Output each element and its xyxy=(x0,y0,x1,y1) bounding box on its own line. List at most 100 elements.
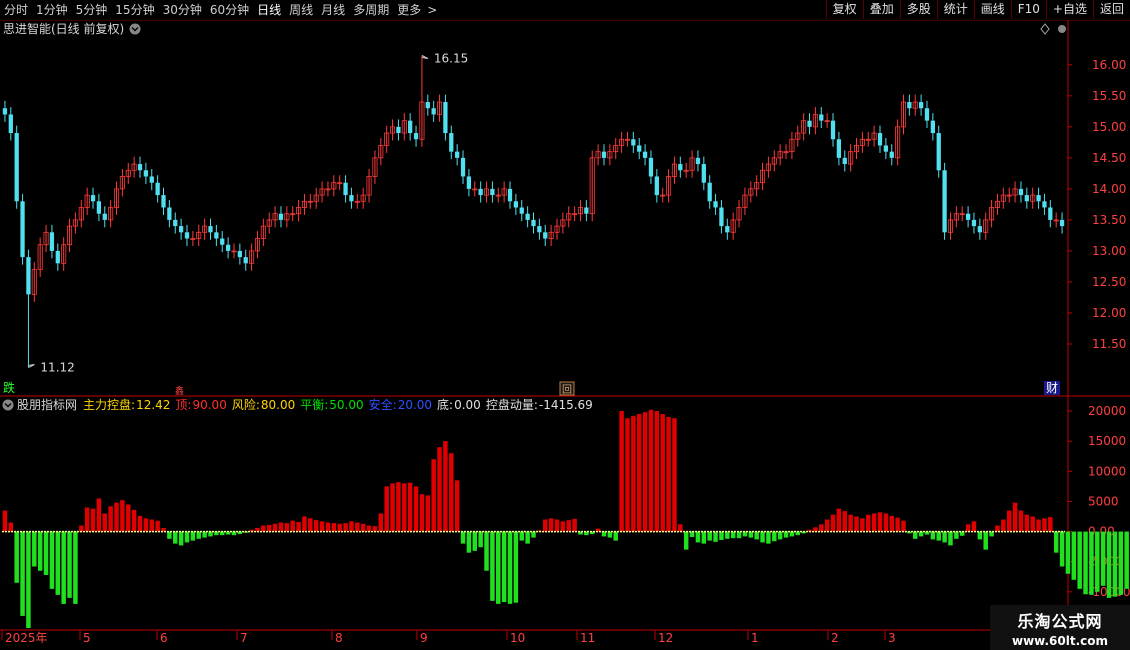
stock-title: 思进智能(日线 前复权) xyxy=(3,21,124,36)
momentum-bar-negative xyxy=(37,531,43,571)
momentum-bar-negative xyxy=(936,531,941,541)
candle-body-down xyxy=(455,151,460,158)
momentum-bar-positive xyxy=(90,508,96,532)
momentum-bar-negative xyxy=(736,531,742,539)
candle-body-down xyxy=(137,164,143,171)
candle-body-down xyxy=(220,238,225,245)
candle-body-down xyxy=(965,213,971,220)
momentum-bar-positive xyxy=(860,518,865,532)
indicator-tick-label: 10000 xyxy=(1088,464,1126,478)
momentum-bar-negative xyxy=(26,531,31,628)
momentum-bar-positive xyxy=(819,524,824,532)
momentum-bar-positive xyxy=(372,526,378,532)
momentum-bar-negative xyxy=(683,531,689,550)
momentum-bar-positive xyxy=(560,521,566,532)
momentum-bar-negative xyxy=(43,531,49,575)
momentum-bar-positive xyxy=(871,513,877,532)
momentum-bar-negative xyxy=(942,531,947,543)
candle-body-down xyxy=(513,201,519,208)
momentum-bar-positive xyxy=(672,418,677,532)
momentum-bar-negative xyxy=(613,531,618,541)
momentum-bar-positive xyxy=(290,520,295,532)
momentum-bar-positive xyxy=(84,507,90,532)
momentum-bar-negative xyxy=(695,531,701,543)
candle-body-down xyxy=(413,133,419,140)
momentum-bar-positive xyxy=(155,520,160,532)
momentum-bar-positive xyxy=(114,502,119,532)
price-tick-label: 13.50 xyxy=(1092,213,1126,227)
momentum-bar-positive xyxy=(548,518,554,532)
momentum-bar-negative xyxy=(184,531,190,543)
momentum-bar-negative xyxy=(67,531,72,598)
candle-body-down xyxy=(725,226,730,233)
candle-body-down xyxy=(719,207,724,227)
candle-body-down xyxy=(1059,219,1065,227)
momentum-bar-negative xyxy=(1053,531,1059,553)
momentum-bar-negative xyxy=(513,531,519,603)
momentum-bar-positive xyxy=(337,523,342,532)
candle-body-down xyxy=(889,151,894,158)
momentum-bar-negative xyxy=(466,531,472,553)
candle-body-down xyxy=(490,188,495,196)
candle-body-down xyxy=(225,244,231,251)
momentum-bar-positive xyxy=(296,521,301,532)
candle-body-down xyxy=(1048,207,1053,220)
momentum-bar-negative xyxy=(196,531,201,539)
momentum-bar-positive xyxy=(261,525,266,532)
candle-body-down xyxy=(924,108,930,121)
indicator-value: 0.00 xyxy=(454,398,481,412)
momentum-bar-positive xyxy=(1024,514,1030,532)
candle-body-down xyxy=(877,133,883,146)
indicator-value: 80.00 xyxy=(261,398,295,412)
time-tick-label: 9 xyxy=(420,631,428,645)
candle-body-down xyxy=(349,195,354,202)
momentum-bar-negative xyxy=(1059,531,1065,567)
momentum-bar-negative xyxy=(977,531,983,540)
candle-body-down xyxy=(90,195,96,202)
momentum-bar-positive xyxy=(402,483,407,532)
marker-small: 鑫 xyxy=(175,385,184,397)
candle-body-down xyxy=(343,182,348,196)
chart-stage[interactable]: 思进智能(日线 前复权) 16.00 15.50 15.00 14.50 14.00 13.… xyxy=(0,0,1130,650)
candle-body-down xyxy=(237,250,242,258)
momentum-bar-negative xyxy=(948,531,953,546)
candle-body-down xyxy=(431,108,436,115)
momentum-bar-negative xyxy=(772,531,777,542)
momentum-bar-negative xyxy=(766,531,771,544)
indicator-tick-label: 15000 xyxy=(1088,434,1126,448)
candle-body-down xyxy=(149,176,154,183)
momentum-bar-positive xyxy=(1042,518,1047,532)
indicator-value: 20.00 xyxy=(398,398,432,412)
candle-body-down xyxy=(443,102,448,134)
price-tick-label: 14.00 xyxy=(1092,182,1126,196)
candle-body-down xyxy=(167,207,172,220)
momentum-bar-negative xyxy=(32,531,37,567)
price-tick-label: 11.50 xyxy=(1092,337,1126,351)
candle-body-down xyxy=(96,201,102,214)
momentum-bar-negative xyxy=(1071,531,1077,580)
momentum-bar-negative xyxy=(490,531,495,601)
momentum-bar-negative xyxy=(725,531,730,539)
indicator-label: 底: xyxy=(437,397,453,412)
candle-body-down xyxy=(466,176,472,189)
watermark-name: 乐淘公式网 xyxy=(1017,611,1103,631)
momentum-bar-positive xyxy=(331,523,337,532)
price-tick-label: 14.50 xyxy=(1092,151,1126,165)
momentum-bar-negative xyxy=(1083,531,1088,595)
price-tick-label: 16.00 xyxy=(1092,58,1126,72)
momentum-bar-negative xyxy=(748,531,754,538)
momentum-bar-positive xyxy=(384,486,389,532)
momentum-bar-positive xyxy=(895,517,900,532)
momentum-bar-negative xyxy=(930,531,936,540)
momentum-bar-positive xyxy=(572,518,577,532)
momentum-bar-positive xyxy=(678,524,683,532)
momentum-bar-negative xyxy=(61,531,66,604)
time-tick-label: 5 xyxy=(83,631,91,645)
momentum-bar-positive xyxy=(419,494,425,532)
momentum-bar-positive xyxy=(96,498,102,532)
momentum-bar-positive xyxy=(108,506,113,532)
indicator-label: 风险: xyxy=(232,397,260,412)
momentum-bar-positive xyxy=(126,504,131,532)
candle-body-down xyxy=(883,145,889,152)
candle-body-down xyxy=(918,102,924,109)
